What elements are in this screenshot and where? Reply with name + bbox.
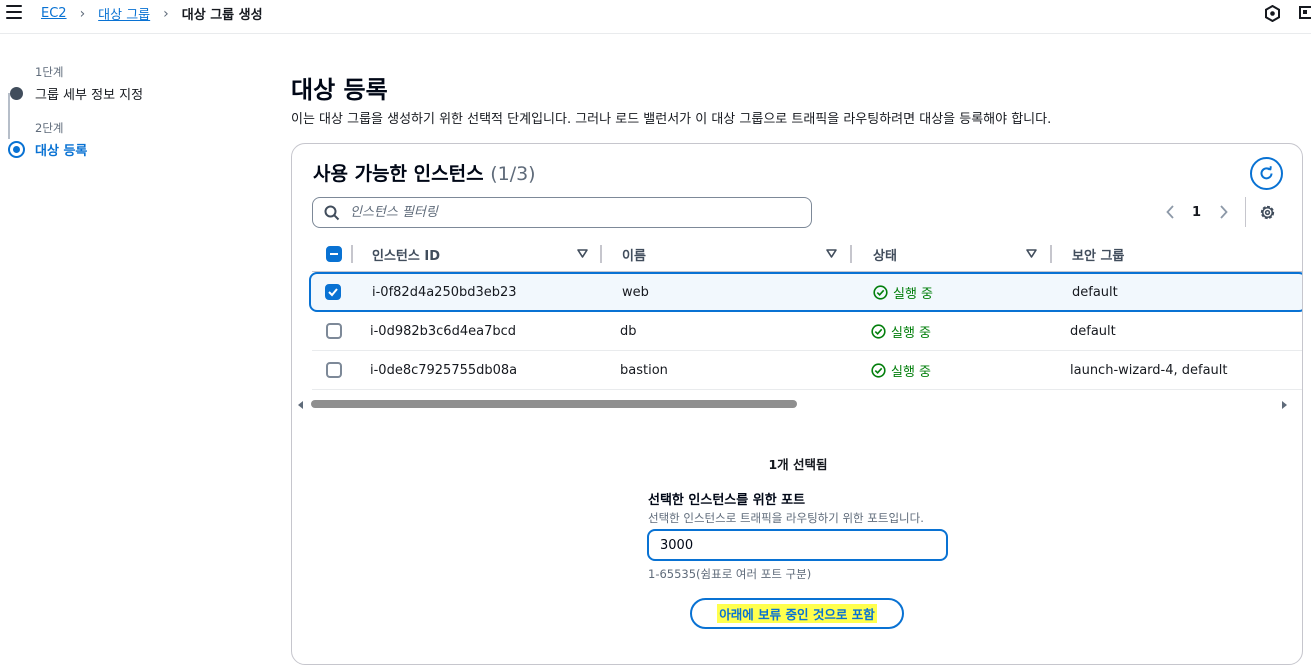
menu-icon[interactable] bbox=[6, 5, 22, 19]
horizontal-scrollbar[interactable] bbox=[298, 398, 1290, 410]
top-bar: EC2 › 대상 그룹 › 대상 그룹 생성 bbox=[0, 0, 1311, 30]
top-divider bbox=[0, 33, 1311, 34]
security-group: launch-wizard-4, default bbox=[1070, 362, 1228, 378]
filter-input[interactable] bbox=[350, 205, 790, 220]
select-all-checkbox[interactable] bbox=[326, 246, 342, 262]
port-constraint-text: 1-65535(쉼표로 여러 포트 구분) bbox=[648, 567, 812, 581]
sort-icon[interactable] bbox=[577, 248, 588, 259]
page-number[interactable]: 1 bbox=[1192, 205, 1201, 220]
success-icon bbox=[873, 284, 888, 300]
previous-page-icon[interactable] bbox=[1162, 202, 1178, 222]
panel-icon[interactable] bbox=[1298, 5, 1311, 22]
port-description: 선택한 인스턴스로 트래픽을 라우팅하기 위한 포트입니다. bbox=[648, 511, 924, 525]
instance-id: i-0d982b3c6d4ea7bcd bbox=[370, 323, 516, 339]
refresh-button[interactable] bbox=[1250, 157, 1283, 190]
step-2-number: 2단계 bbox=[35, 121, 64, 135]
status-running: 실행 중 bbox=[871, 312, 931, 350]
security-group: default bbox=[1072, 284, 1118, 300]
chevron-right-icon: › bbox=[79, 5, 86, 22]
step-connector bbox=[8, 93, 10, 139]
column-header-instance-id[interactable]: 인스턴스 ID bbox=[372, 236, 440, 272]
pagination: 1 bbox=[1162, 202, 1231, 222]
status-text: 실행 중 bbox=[891, 364, 932, 380]
breadcrumb-current: 대상 그룹 생성 bbox=[181, 8, 263, 23]
step-completed-icon bbox=[10, 87, 23, 100]
instance-id: i-0de8c7925755db08a bbox=[370, 362, 518, 378]
status-running: 실행 중 bbox=[873, 274, 933, 310]
column-divider bbox=[600, 245, 602, 263]
port-label: 선택한 인스턴스를 위한 포트 bbox=[648, 493, 806, 508]
panel-title: 사용 가능한 인스턴스 (1/3) bbox=[313, 159, 536, 186]
port-input[interactable] bbox=[647, 529, 948, 561]
instance-name: web bbox=[622, 284, 649, 300]
next-page-icon[interactable] bbox=[1215, 202, 1231, 222]
page-title: 대상 등록 bbox=[291, 76, 388, 104]
selection-count: (1/3) bbox=[490, 163, 536, 185]
scroll-left-icon[interactable] bbox=[298, 401, 303, 409]
include-button-label: 아래에 보류 중인 것으로 포함 bbox=[717, 604, 877, 623]
chevron-right-icon: › bbox=[163, 5, 169, 22]
instance-name: db bbox=[620, 323, 637, 339]
column-divider bbox=[850, 245, 852, 263]
hexagon-icon[interactable] bbox=[1264, 5, 1281, 22]
table-row[interactable]: i-0d982b3c6d4ea7bcd db 실행 중 default bbox=[312, 312, 1302, 351]
status-text: 실행 중 bbox=[893, 286, 934, 302]
selected-count: 1개 선택됨 bbox=[768, 457, 828, 472]
instance-name: bastion bbox=[620, 362, 668, 378]
step-2-title: 대상 등록 bbox=[35, 144, 88, 159]
column-divider bbox=[1050, 245, 1052, 263]
status-running: 실행 중 bbox=[871, 351, 931, 389]
pager-divider bbox=[1245, 197, 1246, 227]
instance-id: i-0f82d4a250bd3eb23 bbox=[372, 284, 517, 300]
instances-table: 인스턴스 ID 이름 상태 보안 그룹 i-0f82d4a250bd3eb23 … bbox=[309, 236, 1302, 390]
available-instances-panel: 사용 가능한 인스턴스 (1/3) 1 인스턴스 I bbox=[291, 143, 1303, 665]
instance-filter[interactable] bbox=[312, 197, 812, 228]
breadcrumb: EC2 › 대상 그룹 › 대상 그룹 생성 bbox=[41, 4, 263, 24]
table-header: 인스턴스 ID 이름 상태 보안 그룹 bbox=[312, 236, 1302, 272]
step-1-number: 1단계 bbox=[35, 65, 64, 79]
security-group: default bbox=[1070, 323, 1116, 339]
include-as-pending-button[interactable]: 아래에 보류 중인 것으로 포함 bbox=[690, 598, 904, 629]
check-icon bbox=[328, 288, 338, 297]
success-icon bbox=[871, 323, 886, 339]
row-checkbox[interactable] bbox=[325, 284, 341, 300]
column-header-status[interactable]: 상태 bbox=[873, 236, 897, 272]
success-icon bbox=[871, 362, 886, 378]
breadcrumb-target-groups[interactable]: 대상 그룹 bbox=[98, 4, 150, 23]
gear-icon[interactable] bbox=[1258, 203, 1277, 222]
step-active-icon bbox=[8, 141, 25, 158]
refresh-icon bbox=[1260, 166, 1273, 180]
step-1-title: 그룹 세부 정보 지정 bbox=[35, 88, 144, 103]
panel-title-text: 사용 가능한 인스턴스 bbox=[313, 163, 484, 185]
search-icon bbox=[324, 205, 340, 220]
column-header-security-group[interactable]: 보안 그룹 bbox=[1072, 236, 1124, 272]
breadcrumb-ec2[interactable]: EC2 bbox=[41, 6, 67, 21]
row-checkbox[interactable] bbox=[326, 362, 342, 378]
page-description: 이는 대상 그룹을 생성하기 위한 선택적 단계입니다. 그러나 로드 밸런서가… bbox=[291, 112, 1052, 127]
table-row[interactable]: i-0f82d4a250bd3eb23 web 실행 중 default bbox=[309, 272, 1302, 312]
column-divider bbox=[351, 245, 353, 263]
column-header-name[interactable]: 이름 bbox=[622, 236, 646, 272]
sort-icon[interactable] bbox=[826, 248, 837, 259]
status-text: 실행 중 bbox=[891, 325, 932, 341]
scrollbar-thumb[interactable] bbox=[311, 400, 797, 408]
row-checkbox[interactable] bbox=[326, 323, 342, 339]
table-row[interactable]: i-0de8c7925755db08a bastion 실행 중 launch-… bbox=[312, 351, 1302, 390]
scroll-right-icon[interactable] bbox=[1282, 401, 1287, 409]
sort-icon[interactable] bbox=[1026, 248, 1037, 259]
